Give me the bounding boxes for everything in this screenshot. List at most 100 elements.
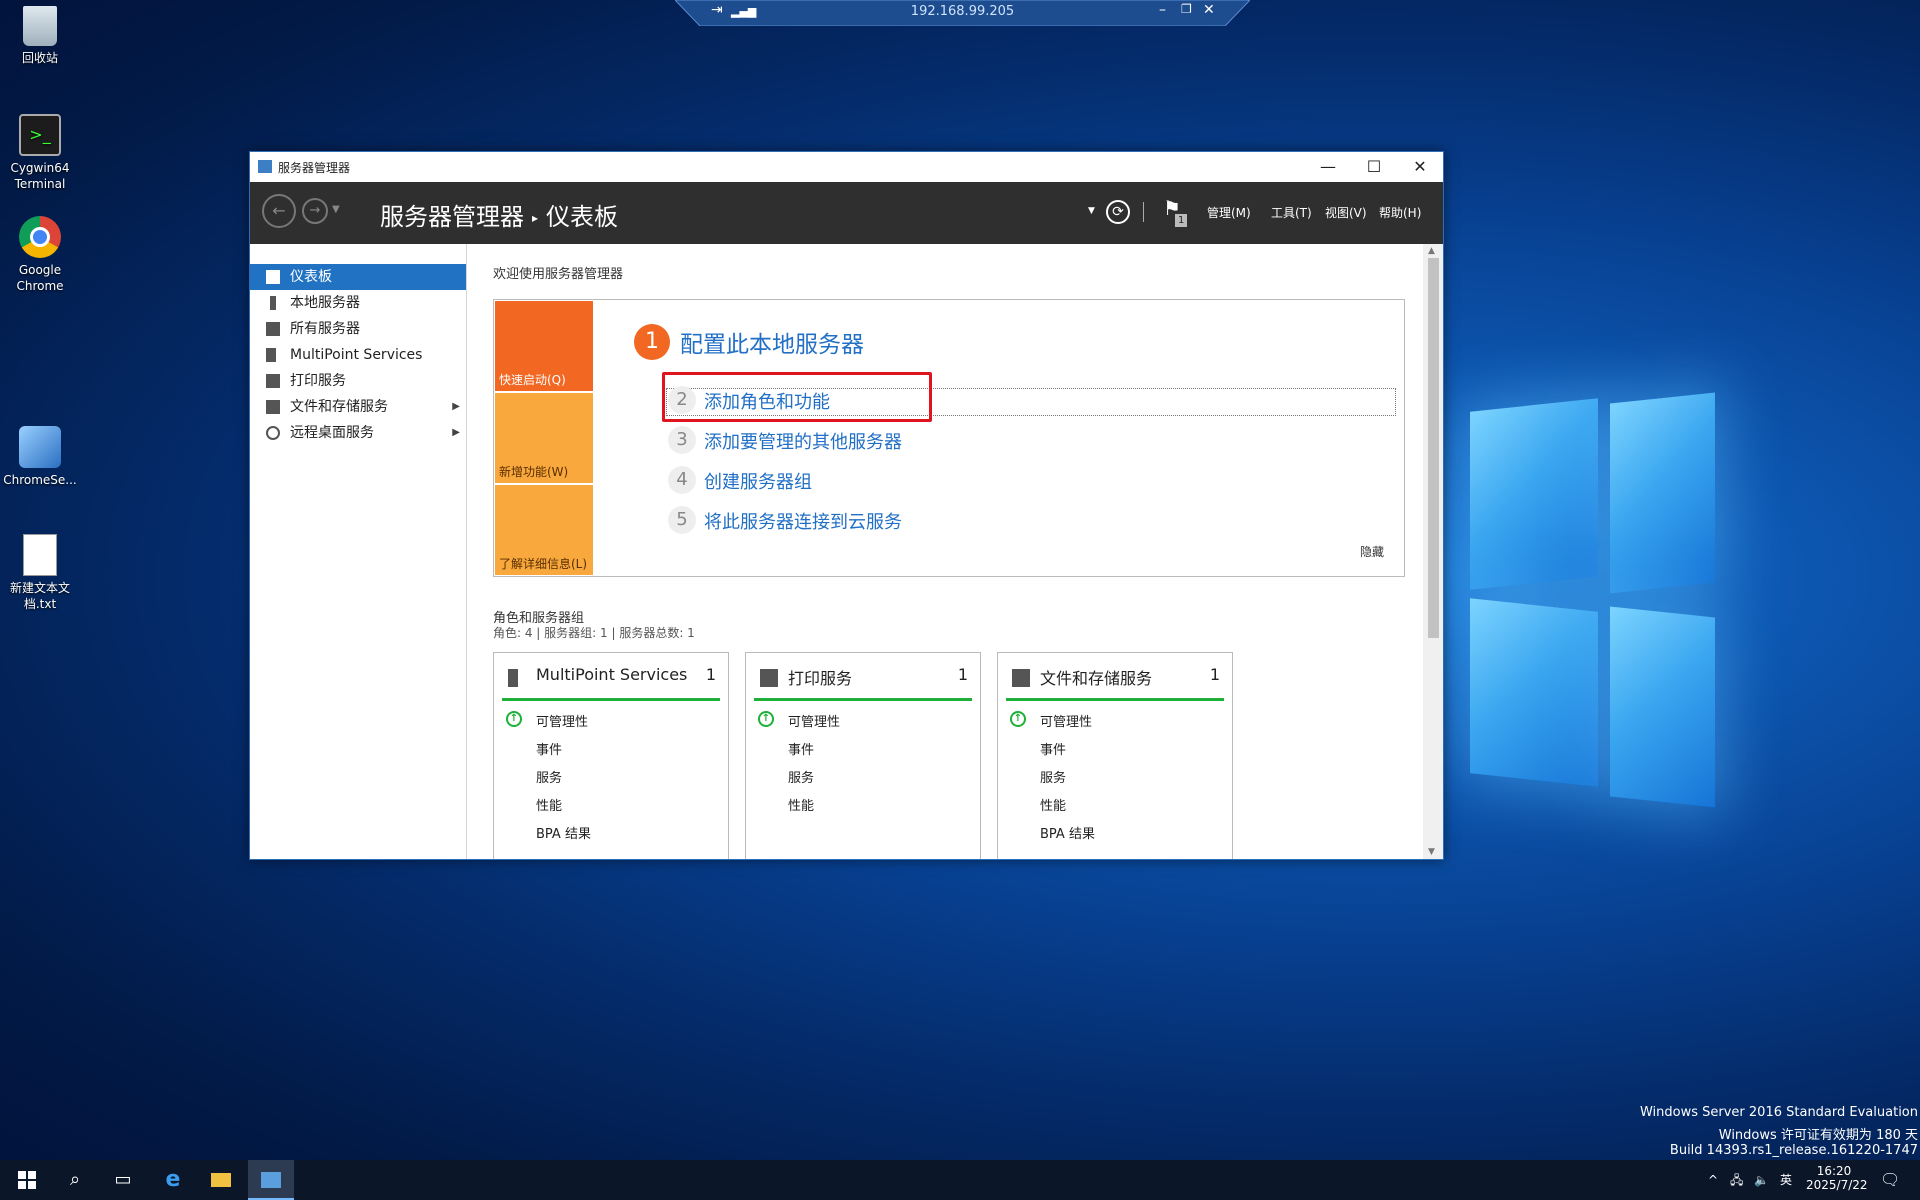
status-bar	[502, 698, 720, 701]
server-manager-window: 服务器管理器 — ☐ ✕ ← → ▼ 服务器管理器 ▸ 仪表板 ▼ ⟳ ⚑ 1 管理…	[249, 151, 1444, 860]
step-1-number: 1	[634, 324, 670, 360]
scroll-thumb[interactable]	[1428, 258, 1439, 638]
taskbar: ⌕ ▭ e ^ 🖧 🔈 英 16:20 2025/7/22 🗨	[0, 1160, 1920, 1200]
desktop-icon-chrome[interactable]: Google Chrome	[0, 216, 80, 294]
watermark-edition: Windows Server 2016 Standard Evaluation	[1639, 1105, 1918, 1120]
ime-indicator[interactable]: 英	[1780, 1160, 1792, 1200]
menu-tools[interactable]: 工具(T)	[1271, 204, 1312, 221]
navigation-header: ← → ▼ 服务器管理器 ▸ 仪表板 ▼ ⟳ ⚑ 1 管理(M) 工具(T) 视图(…	[250, 182, 1443, 244]
task-view-button[interactable]: ▭	[100, 1160, 146, 1200]
maximize-button[interactable]: ☐	[1351, 152, 1397, 182]
printer-icon	[760, 669, 778, 687]
internet-explorer-icon: e	[165, 1167, 181, 1192]
breadcrumb-root[interactable]: 服务器管理器	[380, 203, 524, 231]
window-body: 仪表板 本地服务器 所有服务器 MultiPoint Services 打印服务…	[250, 244, 1443, 859]
vertical-scrollbar[interactable]: ▲ ▼	[1423, 244, 1443, 859]
sidebar-item-file-storage[interactable]: 文件和存储服务 ▶	[250, 394, 466, 420]
expand-arrow-icon[interactable]: ▶	[452, 394, 460, 420]
remote-desktop-icon	[266, 426, 280, 440]
menu-view[interactable]: 视图(V)	[1325, 204, 1367, 221]
tile-learn-more[interactable]: 了解详细信息(L)	[495, 485, 593, 575]
clock-time: 16:20	[1816, 1164, 1852, 1178]
search-icon: ⌕	[69, 1169, 81, 1190]
rdp-minimize-icon[interactable]: –	[1159, 2, 1166, 18]
volume-icon[interactable]: 🔈	[1754, 1160, 1769, 1200]
status-ok-icon: ↑	[506, 711, 522, 727]
clock[interactable]: 16:20 2025/7/22	[1806, 1160, 1868, 1200]
server-icon	[270, 296, 276, 310]
task-view-icon: ▭	[114, 1169, 132, 1190]
desktop-icon-chromesetup[interactable]: ChromeSe...	[0, 426, 80, 488]
rdp-close-icon[interactable]: ✕	[1203, 2, 1215, 18]
close-button[interactable]: ✕	[1397, 152, 1443, 182]
breadcrumb-current: 仪表板	[546, 203, 619, 231]
minimize-button[interactable]: —	[1305, 152, 1351, 182]
desktop-icon-cygwin[interactable]: >_ Cygwin64 Terminal	[0, 114, 80, 192]
tile-whats-new[interactable]: 新增功能(W)	[495, 393, 593, 483]
status-bar	[754, 698, 972, 701]
servers-icon	[266, 322, 280, 336]
role-card-multipoint[interactable]: MultiPoint Services 1 ↑ 可管理性 事件 服务 性能 BP…	[493, 652, 729, 859]
welcome-heading: 欢迎使用服务器管理器	[493, 267, 624, 282]
server-manager-icon	[261, 1172, 281, 1188]
desktop-icon-textfile[interactable]: 新建文本文档.txt	[0, 534, 80, 612]
sidebar: 仪表板 本地服务器 所有服务器 MultiPoint Services 打印服务…	[250, 244, 467, 859]
server-manager-taskbar-button[interactable]	[248, 1160, 294, 1200]
desktop-icon-recycle-bin[interactable]: 回收站	[0, 6, 80, 66]
window-title: 服务器管理器	[278, 161, 351, 175]
hide-link[interactable]: 隐藏	[1360, 543, 1384, 560]
scroll-up-icon[interactable]: ▲	[1428, 246, 1435, 256]
dashboard-icon	[266, 270, 280, 284]
dropdown-icon[interactable]: ▼	[1088, 206, 1095, 216]
windows-logo	[1440, 380, 1740, 810]
expand-arrow-icon[interactable]: ▶	[452, 420, 460, 446]
sidebar-item-dashboard[interactable]: 仪表板	[250, 264, 466, 290]
notification-badge: 1	[1175, 214, 1188, 227]
network-icon[interactable]: 🖧	[1730, 1160, 1743, 1200]
breadcrumb-separator-icon: ▸	[532, 211, 539, 225]
rdp-restore-icon[interactable]: ❐	[1181, 2, 1192, 16]
forward-button[interactable]: →	[302, 198, 328, 224]
history-dropdown-icon[interactable]: ▼	[332, 204, 340, 215]
text-file-icon	[23, 534, 57, 576]
terminal-icon: >_	[19, 114, 61, 156]
sidebar-item-all-servers[interactable]: 所有服务器	[250, 316, 466, 342]
menu-help[interactable]: 帮助(H)	[1379, 204, 1421, 221]
multipoint-icon	[266, 348, 276, 362]
start-button[interactable]	[4, 1160, 50, 1200]
highlight-annotation	[662, 372, 932, 422]
search-button[interactable]: ⌕	[52, 1160, 98, 1200]
status-ok-icon: ↑	[758, 711, 774, 727]
role-card-file-storage[interactable]: 文件和存储服务 1 ↑ 可管理性 事件 服务 性能 BPA 结果	[997, 652, 1233, 859]
menu-manage[interactable]: 管理(M)	[1207, 204, 1251, 221]
recycle-bin-icon	[23, 6, 57, 46]
ie-button[interactable]: e	[150, 1160, 196, 1200]
sidebar-item-multipoint[interactable]: MultiPoint Services	[250, 342, 466, 368]
step-configure-local-server[interactable]: 配置此本地服务器	[680, 325, 864, 359]
sidebar-item-remote-desktop[interactable]: 远程桌面服务 ▶	[250, 420, 466, 446]
status-ok-icon: ↑	[1010, 711, 1026, 727]
refresh-button[interactable]: ⟳	[1106, 200, 1130, 224]
folder-icon	[211, 1173, 231, 1187]
dashboard-content: 欢迎使用服务器管理器 快速启动(Q) 新增功能(W) 了解详细信息(L) 1 配…	[467, 244, 1423, 859]
clock-date: 2025/7/22	[1806, 1178, 1868, 1192]
rdp-connection-bar[interactable]: ⇥ ▂▄▆ 192.168.99.205 – ❐ ✕	[675, 0, 1250, 26]
notifications-button[interactable]: ⚑ 1	[1163, 196, 1189, 228]
sidebar-item-local-server[interactable]: 本地服务器	[250, 290, 466, 316]
sidebar-item-print[interactable]: 打印服务	[250, 368, 466, 394]
action-center-icon[interactable]: 🗨	[1880, 1160, 1900, 1200]
tile-quick-start[interactable]: 快速启动(Q)	[495, 301, 593, 391]
header-divider	[1143, 202, 1144, 222]
installer-icon	[19, 426, 61, 468]
role-card-print[interactable]: 打印服务 1 ↑ 可管理性 事件 服务 性能	[745, 652, 981, 859]
printer-icon	[266, 374, 280, 388]
scroll-down-icon[interactable]: ▼	[1428, 847, 1435, 857]
roles-summary: 角色: 4 | 服务器组: 1 | 服务器总数: 1	[493, 626, 695, 640]
tray-expand-icon[interactable]: ^	[1708, 1160, 1718, 1200]
watermark-build: Build 14393.rs1_release.161220-1747	[1669, 1143, 1918, 1158]
window-titlebar[interactable]: 服务器管理器 — ☐ ✕	[250, 152, 1443, 182]
server-manager-icon	[258, 160, 272, 173]
back-button[interactable]: ←	[262, 194, 296, 228]
status-bar	[1006, 698, 1224, 701]
file-explorer-button[interactable]	[198, 1160, 244, 1200]
